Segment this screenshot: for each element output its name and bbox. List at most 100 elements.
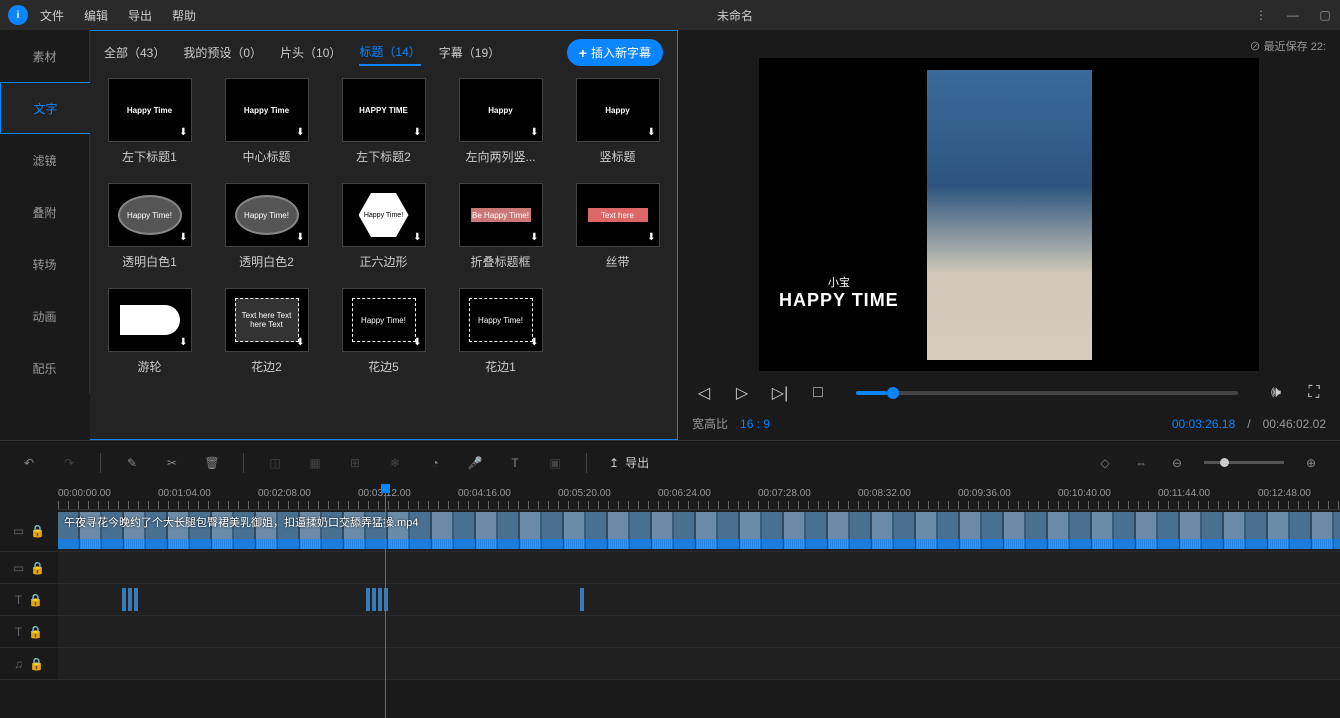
sidebar-item-music[interactable]: 配乐	[0, 342, 90, 394]
title-preset-item[interactable]: Happy⬇竖标题	[572, 78, 663, 165]
text-track-1[interactable]: T🔒	[0, 584, 1340, 616]
title-preset-item[interactable]: Happy Time!⬇游轮	[104, 288, 195, 375]
title-preset-item[interactable]: Text here Text here Text⬇花边2	[221, 288, 312, 375]
title-preset-item[interactable]: Happy⬇左向两列竖...	[455, 78, 546, 165]
title-preset-item[interactable]: Happy Time⬇中心标题	[221, 78, 312, 165]
video-preview[interactable]: 小宝 HAPPY TIME	[759, 58, 1259, 371]
ruler-mark: 00:06:24.00	[658, 488, 711, 499]
text-clip[interactable]	[122, 588, 126, 611]
mosaic-tool[interactable]: ▦	[306, 454, 324, 472]
sidebar-item-animation[interactable]: 动画	[0, 290, 90, 342]
lock-icon[interactable]: 🔒	[28, 593, 43, 607]
title-preset-item[interactable]: Happy Time!⬇花边5	[338, 288, 429, 375]
text-clip[interactable]	[128, 588, 132, 611]
prev-frame-button[interactable]: ◁	[692, 381, 716, 405]
playhead[interactable]	[385, 484, 386, 718]
sidebar-item-filter[interactable]: 滤镜	[0, 134, 90, 186]
grid-tool[interactable]: ⊞	[346, 454, 364, 472]
lib-tab-subtitle[interactable]: 字幕（19）	[439, 40, 500, 65]
text-clip[interactable]	[372, 588, 376, 611]
title-preset-item[interactable]: Happy Time!⬇透明白色2	[221, 183, 312, 270]
text-clip[interactable]	[134, 588, 138, 611]
cut-tool[interactable]: ✂	[163, 454, 181, 472]
play-button[interactable]: ▷	[730, 381, 754, 405]
speed-tool[interactable]: ◔	[426, 454, 444, 472]
fit-tool[interactable]: ⇔	[1132, 454, 1150, 472]
overlay-subtitle: 小宝	[779, 274, 899, 290]
sidebar-item-overlay[interactable]: 叠附	[0, 186, 90, 238]
ratio-value[interactable]: 16 : 9	[740, 417, 770, 431]
video-track[interactable]: ▭🔒 午夜寻花今晚约了个大长腿包臀裙美乳御姐，扣逼揉奶口交舔弄猛操.mp4	[0, 510, 1340, 552]
overlay-track[interactable]: ▭🔒	[0, 552, 1340, 584]
download-icon[interactable]: ⬇	[647, 232, 655, 243]
lock-icon[interactable]: 🔒	[28, 625, 43, 639]
download-icon[interactable]: ⬇	[296, 337, 304, 348]
sidebar-item-media[interactable]: 素材	[0, 30, 90, 82]
menu-help[interactable]: 帮助	[172, 7, 196, 24]
download-icon[interactable]: ⬇	[530, 232, 538, 243]
download-icon[interactable]: ⬇	[530, 337, 538, 348]
lib-tab-title[interactable]: 标题（14）	[359, 39, 420, 66]
download-icon[interactable]: ⬇	[179, 127, 187, 138]
undo-button[interactable]: ↶	[20, 454, 38, 472]
preset-label: 花边5	[368, 358, 399, 375]
download-icon[interactable]: ⬇	[296, 127, 304, 138]
title-preset-item[interactable]: HAPPY TIME⬇左下标题2	[338, 78, 429, 165]
zoom-in-button[interactable]: ⊕	[1302, 454, 1320, 472]
download-icon[interactable]: ⬇	[413, 337, 421, 348]
insert-subtitle-button[interactable]: + 插入新字幕	[567, 39, 663, 66]
maximize-icon[interactable]: ▢	[1318, 8, 1332, 22]
delete-tool[interactable]: 🗑	[203, 454, 221, 472]
title-preset-item[interactable]: Happy Time!⬇正六边形	[338, 183, 429, 270]
title-preset-item[interactable]: Text here⬇丝带	[572, 183, 663, 270]
freeze-tool[interactable]: ❄	[386, 454, 404, 472]
audio-tool[interactable]: 🎤	[466, 454, 484, 472]
audio-track[interactable]: ♫🔒	[0, 648, 1340, 680]
download-icon[interactable]: ⬇	[179, 232, 187, 243]
zoom-slider[interactable]	[1204, 461, 1284, 464]
text-track-2[interactable]: T🔒	[0, 616, 1340, 648]
export-button[interactable]: ↥ 导出	[609, 454, 649, 471]
text-clip[interactable]	[378, 588, 382, 611]
download-icon[interactable]: ⬇	[530, 127, 538, 138]
playback-slider[interactable]	[856, 391, 1238, 395]
lib-tab-opener[interactable]: 片头（10）	[280, 40, 341, 65]
crop-tool[interactable]: ◫	[266, 454, 284, 472]
download-icon[interactable]: ⬇	[179, 337, 187, 348]
more-icon[interactable]: ⋮	[1254, 8, 1268, 22]
fullscreen-icon[interactable]: ⛶	[1302, 381, 1326, 405]
text-clip[interactable]	[580, 588, 584, 611]
zoom-out-button[interactable]: ⊖	[1168, 454, 1186, 472]
preset-thumbnail: Happy⬇	[576, 78, 660, 142]
title-preset-item[interactable]: Be Happy Time!⬇折叠标题框	[455, 183, 546, 270]
menu-edit[interactable]: 编辑	[84, 7, 108, 24]
download-icon[interactable]: ⬇	[296, 232, 304, 243]
sidebar-item-transition[interactable]: 转场	[0, 238, 90, 290]
title-preset-item[interactable]: Happy Time⬇左下标题1	[104, 78, 195, 165]
text-tool[interactable]: T	[506, 454, 524, 472]
lib-tab-presets[interactable]: 我的预设（0）	[183, 40, 262, 65]
download-icon[interactable]: ⬇	[413, 232, 421, 243]
download-icon[interactable]: ⬇	[647, 127, 655, 138]
lib-tab-all[interactable]: 全部（43）	[104, 40, 165, 65]
redo-button[interactable]: ↷	[60, 454, 78, 472]
timeline-ruler[interactable]: 00:00:00.0000:01:04.0000:02:08.0000:03:1…	[58, 484, 1340, 510]
minimize-icon[interactable]: —	[1286, 8, 1300, 22]
download-icon[interactable]: ⬇	[413, 127, 421, 138]
title-preset-item[interactable]: Happy Time!⬇花边1	[455, 288, 546, 375]
edit-tool[interactable]: ✎	[123, 454, 141, 472]
sidebar-item-text[interactable]: 文字	[0, 82, 90, 134]
lock-icon[interactable]: 🔒	[30, 561, 45, 575]
menu-export[interactable]: 导出	[128, 7, 152, 24]
stop-button[interactable]: □	[806, 381, 830, 405]
title-preset-item[interactable]: Happy Time!⬇透明白色1	[104, 183, 195, 270]
video-clip[interactable]: 午夜寻花今晚约了个大长腿包臀裙美乳御姐，扣逼揉奶口交舔弄猛操.mp4	[58, 512, 1340, 549]
next-frame-button[interactable]: ▷|	[768, 381, 792, 405]
volume-icon[interactable]: 🕪	[1264, 381, 1288, 405]
lock-icon[interactable]: 🔒	[29, 657, 44, 671]
lock-icon[interactable]: 🔒	[30, 524, 45, 538]
menu-file[interactable]: 文件	[40, 7, 64, 24]
text-clip[interactable]	[366, 588, 370, 611]
marker-tool[interactable]: ◇	[1096, 454, 1114, 472]
pip-tool[interactable]: ▣	[546, 454, 564, 472]
